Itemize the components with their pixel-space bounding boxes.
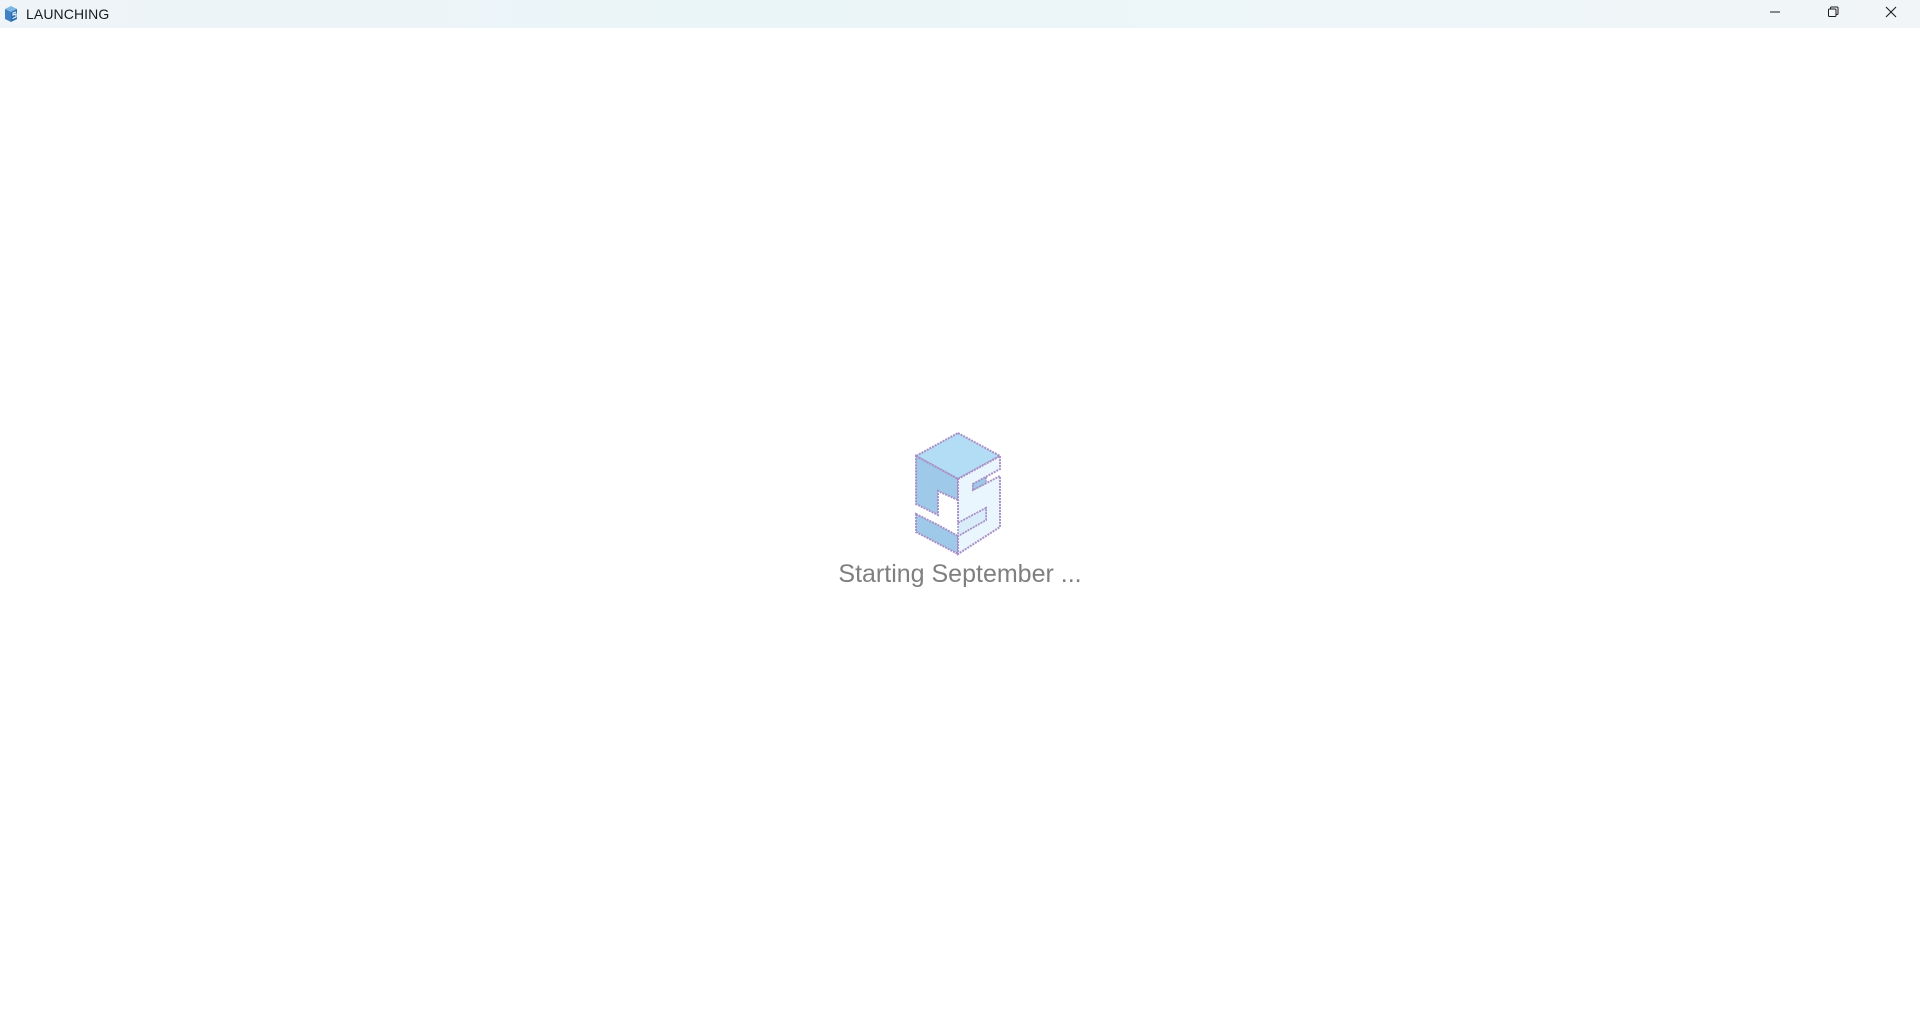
close-icon: [1885, 5, 1897, 23]
window-title: LAUNCHING: [26, 6, 110, 22]
splash-content: Starting September ...: [0, 28, 1920, 1015]
restore-icon: [1827, 5, 1839, 23]
window-controls: [1746, 0, 1920, 28]
restore-button[interactable]: [1804, 0, 1862, 28]
app-logo-icon: [4, 4, 20, 24]
minimize-button[interactable]: [1746, 0, 1804, 28]
status-text: Starting September ...: [838, 560, 1082, 588]
minimize-icon: [1769, 5, 1781, 23]
close-button[interactable]: [1862, 0, 1920, 28]
app-logo: [908, 402, 1008, 564]
title-bar[interactable]: LAUNCHING: [0, 0, 1920, 28]
app-window: LAUNCHING Starting September ...: [0, 0, 1920, 1015]
